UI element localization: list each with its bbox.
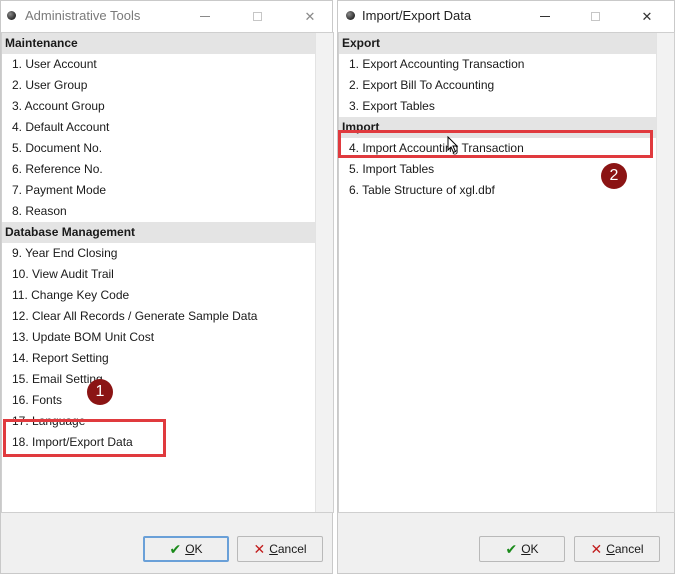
ok-label: OK (185, 542, 203, 556)
list-item-year-end-closing[interactable]: 9. Year End Closing (2, 243, 333, 264)
close-button[interactable]: ✕ (298, 5, 322, 27)
check-icon: ✔ (169, 540, 182, 557)
ok-button[interactable]: ✔ OK (143, 536, 229, 562)
check-icon: ✔ (505, 540, 518, 557)
list-item-reason[interactable]: 8. Reason (2, 201, 333, 222)
menu-list[interactable]: Maintenance 1. User Account 2. User Grou… (1, 32, 334, 513)
list-item-account-group[interactable]: 3. Account Group (2, 96, 333, 117)
title-bar[interactable]: Administrative Tools ✕ (1, 1, 332, 32)
list-item-change-key-code[interactable]: 11. Change Key Code (2, 285, 333, 306)
list-item-reference-no[interactable]: 6. Reference No. (2, 159, 333, 180)
list-item-view-audit-trail[interactable]: 10. View Audit Trail (2, 264, 333, 285)
minimize-button[interactable] (193, 5, 217, 27)
minimize-button[interactable] (533, 5, 557, 27)
administrative-tools-window: Administrative Tools ✕ Maintenance 1. Us… (0, 0, 334, 574)
app-icon (346, 11, 355, 20)
mouse-cursor-icon (447, 136, 459, 154)
ok-label: OK (521, 542, 539, 556)
cancel-button[interactable]: ✕ Cancel (574, 536, 660, 562)
window-title: Import/Export Data (362, 8, 472, 23)
list-item-import-export-data[interactable]: 18. Import/Export Data (2, 432, 333, 453)
menu-list[interactable]: Export 1. Export Accounting Transaction … (338, 32, 675, 513)
minimize-icon (540, 15, 550, 17)
cancel-label: Cancel (269, 542, 307, 556)
window-title: Administrative Tools (25, 8, 141, 23)
list-item-payment-mode[interactable]: 7. Payment Mode (2, 180, 333, 201)
step-badge-1: 1 (87, 379, 113, 405)
ok-button[interactable]: ✔ OK (479, 536, 565, 562)
list-item-export-accounting-transaction[interactable]: 1. Export Accounting Transaction (339, 54, 674, 75)
app-icon (7, 11, 16, 20)
list-item-email-setting[interactable]: 15. Email Setting (2, 369, 333, 390)
list-item-document-no[interactable]: 5. Document No. (2, 138, 333, 159)
list-item-fonts[interactable]: 16. Fonts (2, 390, 333, 411)
list-item-update-bom-unit-cost[interactable]: 13. Update BOM Unit Cost (2, 327, 333, 348)
section-header-maintenance: Maintenance (2, 33, 333, 54)
list-item-export-bill-to-accounting[interactable]: 2. Export Bill To Accounting (339, 75, 674, 96)
list-item-default-account[interactable]: 4. Default Account (2, 117, 333, 138)
section-header-export: Export (339, 33, 674, 54)
maximize-icon (590, 11, 600, 21)
vertical-scrollbar[interactable] (656, 33, 674, 512)
close-icon: ✕ (304, 8, 316, 24)
list-item-report-setting[interactable]: 14. Report Setting (2, 348, 333, 369)
list-item-export-tables[interactable]: 3. Export Tables (339, 96, 674, 117)
vertical-scrollbar[interactable] (315, 33, 333, 512)
list-item-clear-all-records[interactable]: 12. Clear All Records / Generate Sample … (2, 306, 333, 327)
x-icon: ✕ (253, 540, 266, 557)
maximize-button[interactable] (245, 5, 269, 27)
maximize-icon (252, 11, 262, 21)
close-button[interactable]: ✕ (635, 5, 659, 27)
cancel-label: Cancel (606, 542, 644, 556)
list-item-import-accounting-transaction[interactable]: 4. Import Accounting Transaction (339, 138, 674, 159)
list-item-user-group[interactable]: 2. User Group (2, 75, 333, 96)
list-item-user-account[interactable]: 1. User Account (2, 54, 333, 75)
title-bar[interactable]: Import/Export Data ✕ (338, 1, 674, 32)
section-header-import: Import (339, 117, 674, 138)
cancel-button[interactable]: ✕ Cancel (237, 536, 323, 562)
maximize-button[interactable] (583, 5, 607, 27)
import-export-data-window: Import/Export Data ✕ Export 1. Export Ac… (337, 0, 675, 574)
minimize-icon (200, 15, 210, 17)
section-header-database-management: Database Management (2, 222, 333, 243)
step-badge-2: 2 (601, 163, 627, 189)
close-icon: ✕ (641, 8, 653, 24)
x-icon: ✕ (590, 540, 603, 557)
list-item-language[interactable]: 17. Language (2, 411, 333, 432)
